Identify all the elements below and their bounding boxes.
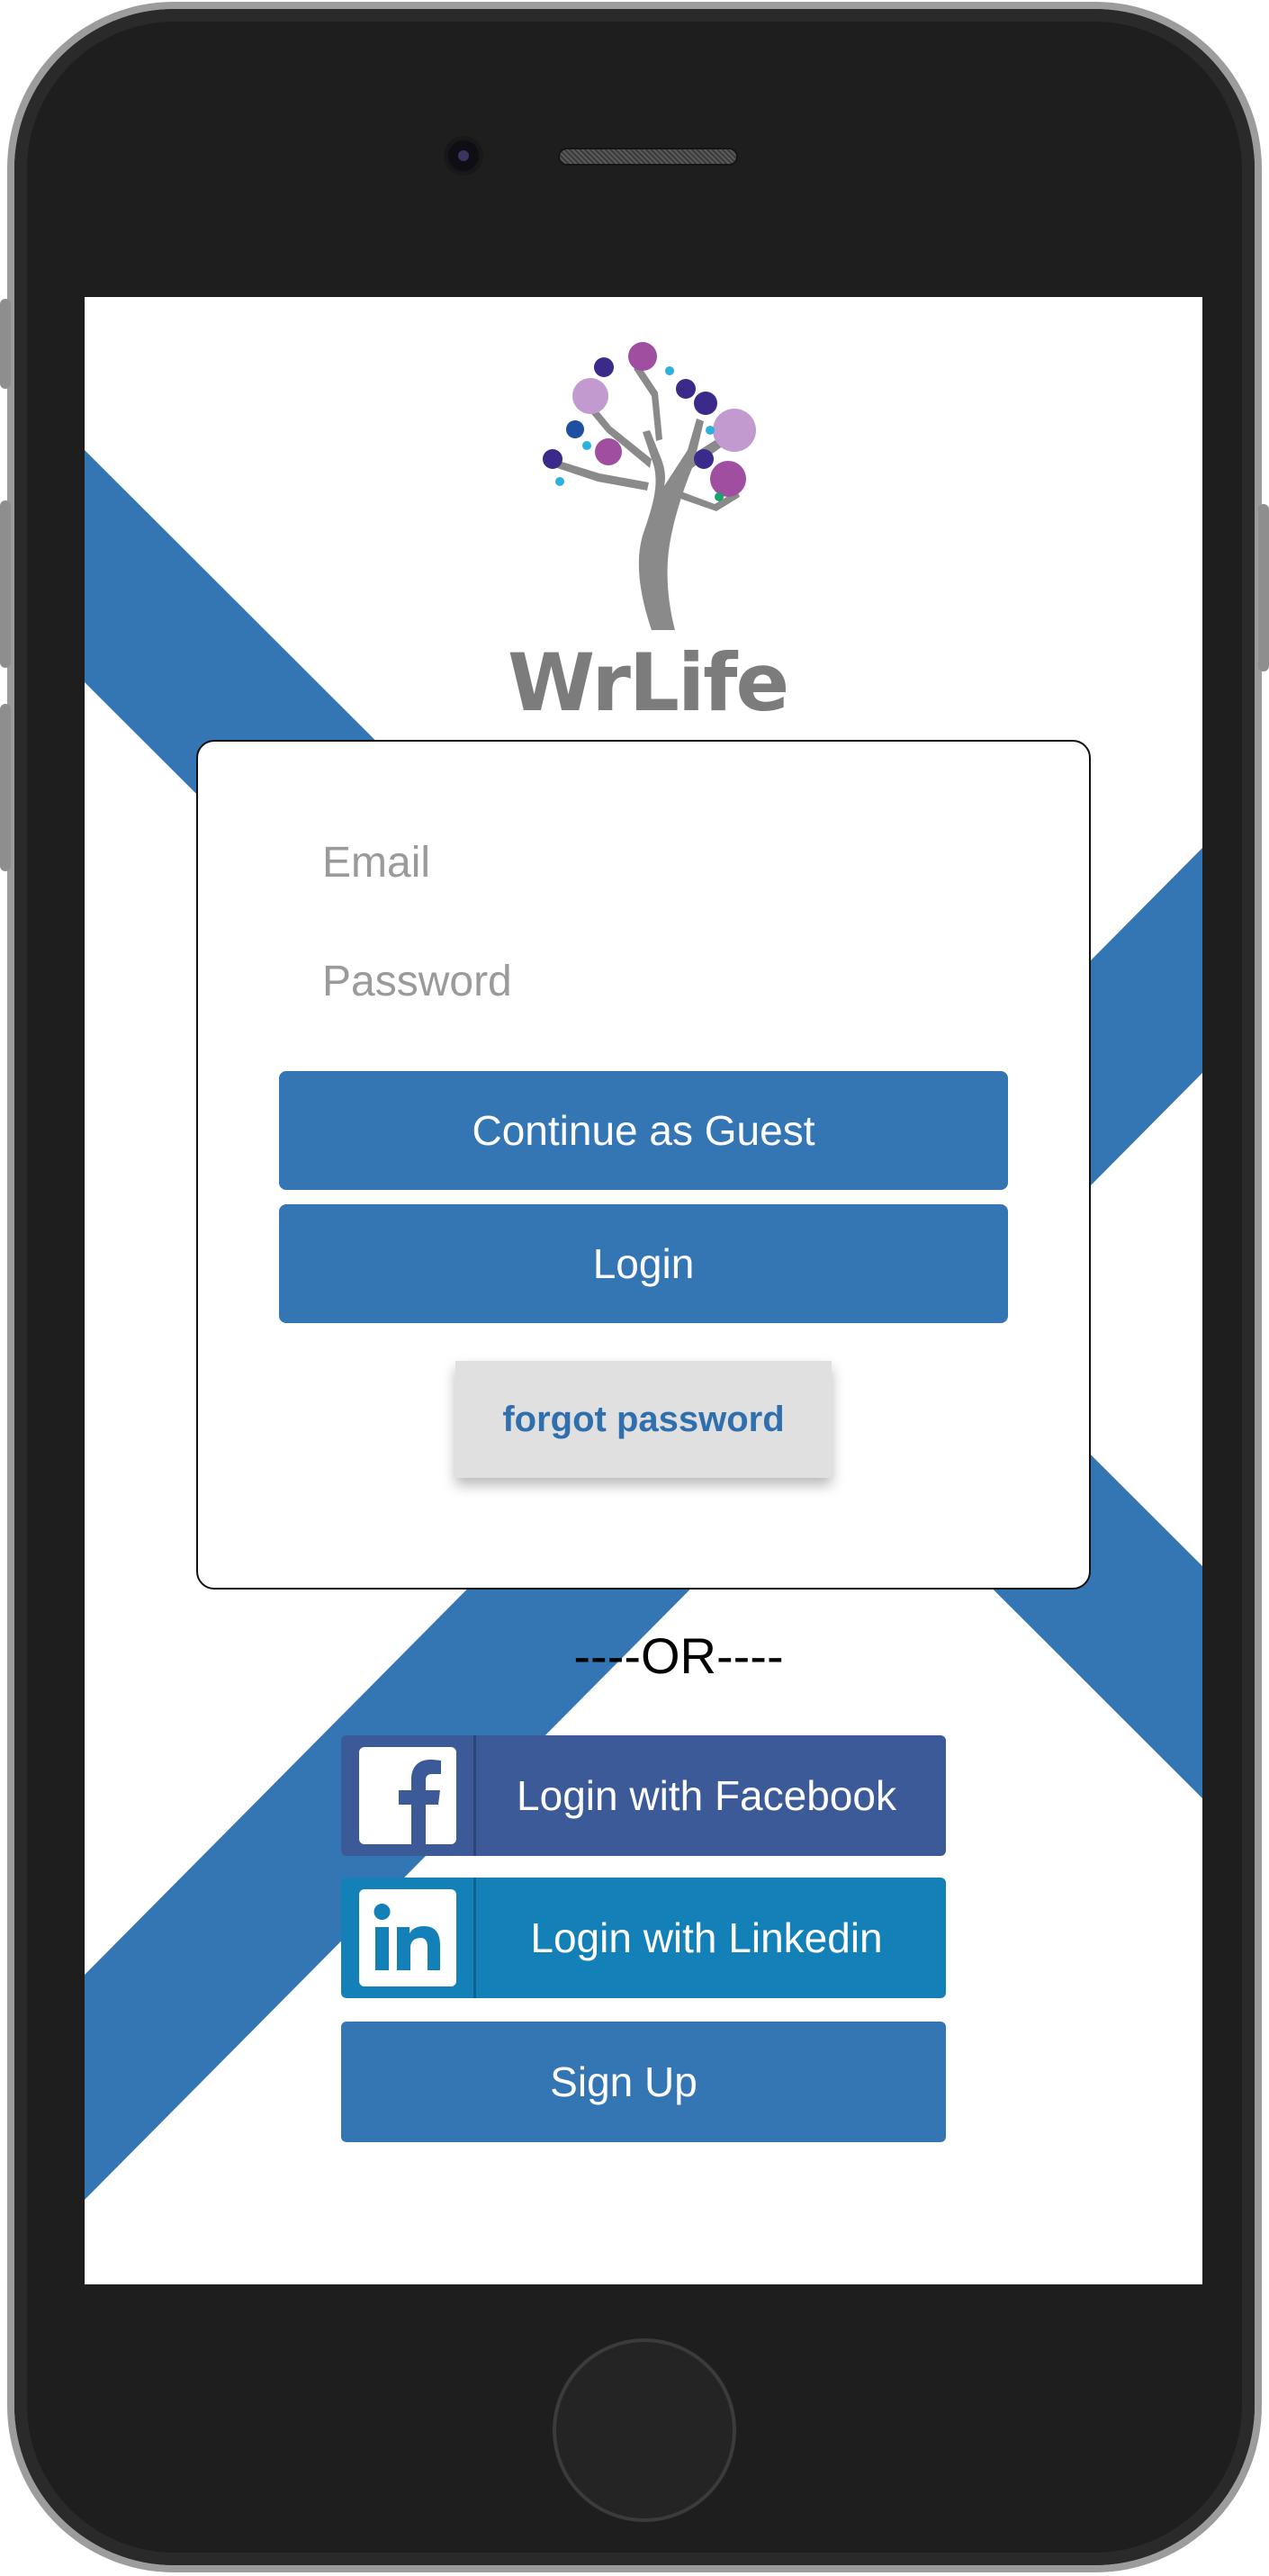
continue-as-guest-button[interactable]: Continue as Guest — [279, 1071, 1008, 1190]
volume-down-button — [0, 704, 11, 871]
linkedin-button-label: Login with Linkedin — [530, 1914, 883, 1961]
tree-blossom — [582, 441, 591, 450]
home-button[interactable] — [553, 2338, 736, 2522]
tree-blossom — [676, 379, 696, 399]
tree-branch-lower-left — [557, 461, 649, 491]
password-field[interactable] — [320, 945, 950, 1017]
tree-blossom — [555, 477, 564, 486]
linkedin-icon-container — [341, 1878, 476, 1998]
tree-blossom — [566, 420, 584, 438]
linkedin-icon — [358, 1889, 456, 1986]
sign-up-button[interactable]: Sign Up — [341, 2022, 946, 2142]
tree-blossom — [628, 342, 657, 371]
phone-frame: WrLife Continue as Guest Login forgot pa… — [7, 2, 1262, 2572]
power-button — [1258, 504, 1269, 671]
email-field[interactable] — [320, 826, 950, 898]
tree-blossom — [694, 392, 717, 415]
tree-branch-top — [634, 365, 662, 441]
tree-logo-icon — [543, 342, 756, 630]
tree-trunk — [638, 419, 733, 630]
tree-blossom — [595, 438, 622, 465]
tree-blossom — [543, 449, 562, 469]
login-with-linkedin-button[interactable]: Login with Linkedin — [341, 1878, 946, 1998]
volume-up-button — [0, 500, 11, 668]
speaker-grille — [558, 148, 738, 166]
app-logo: WrLife — [508, 333, 789, 729]
tree-blossom — [713, 409, 756, 452]
forgot-password-button[interactable]: forgot password — [455, 1361, 832, 1478]
tree-blossom — [706, 426, 715, 435]
tree-blossom — [715, 492, 724, 501]
facebook-button-label: Login with Facebook — [517, 1772, 896, 1819]
login-card: Continue as Guest Login forgot password — [196, 740, 1091, 1590]
phone-body: WrLife Continue as Guest Login forgot pa… — [14, 9, 1255, 2565]
tree-blossom — [572, 378, 608, 414]
mute-switch — [0, 299, 11, 389]
app-screen: WrLife Continue as Guest Login forgot pa… — [85, 297, 1202, 2284]
tree-blossom — [710, 461, 746, 497]
camera-icon — [448, 140, 479, 171]
or-divider: ----OR---- — [573, 1627, 784, 1684]
facebook-icon-container — [341, 1735, 476, 1856]
tree-blossom — [665, 366, 674, 375]
login-with-facebook-button[interactable]: Login with Facebook — [341, 1735, 946, 1856]
login-button[interactable]: Login — [279, 1204, 1008, 1323]
tree-blossom — [694, 449, 714, 469]
logo-wordmark: WrLife — [508, 636, 789, 729]
facebook-icon — [358, 1747, 456, 1844]
tree-blossom — [594, 357, 614, 377]
